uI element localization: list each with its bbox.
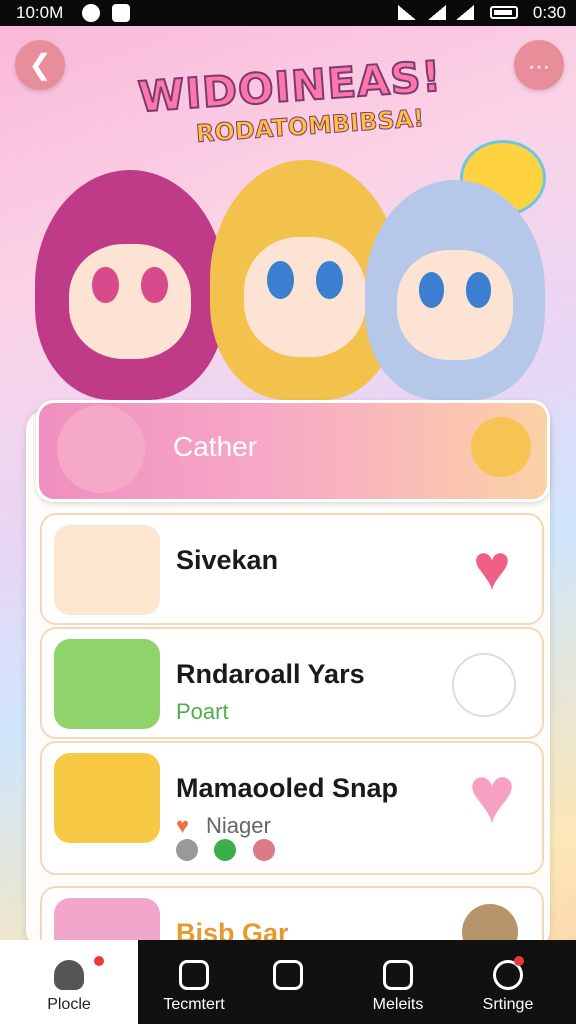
shield-icon <box>176 839 198 861</box>
home-outline-icon <box>179 960 209 990</box>
list-item[interactable]: Mamaooled Snap Niager ♥ ♥ <box>40 741 544 875</box>
arrow-left-icon: ❮ <box>28 49 52 80</box>
list-item[interactable]: Rndaroall Yars Poart <box>40 627 544 739</box>
ghost-star-icon[interactable] <box>452 653 516 717</box>
list-item-name: Cather <box>173 431 258 462</box>
character-silver <box>365 180 545 400</box>
notification-badge <box>94 956 104 966</box>
tab-label: Plocle <box>47 996 91 1013</box>
tab-label: Meleits <box>372 996 424 1013</box>
dots-icon: ⋯ <box>528 54 550 79</box>
tab-srtinge[interactable]: Srtinge <box>452 940 564 1024</box>
back-button[interactable]: ❮ <box>15 40 65 90</box>
notification-badge <box>514 956 524 966</box>
battery-icon <box>490 6 518 19</box>
cat-mascot-icon <box>471 417 531 477</box>
heart-small-icon: ♥ <box>176 813 190 838</box>
tab-meleits[interactable]: Meleits <box>342 940 454 1024</box>
book-icon <box>383 960 413 990</box>
status-time: 10:0M <box>16 3 64 22</box>
signal-icon-2 <box>456 5 474 20</box>
home-icon <box>273 960 303 990</box>
bottom-nav: Plocle Tecmtert Meleits Srtinge <box>0 940 576 1024</box>
check-icon <box>214 839 237 861</box>
more-button[interactable]: ⋯ <box>514 40 564 90</box>
list-item-name: Mamaooled Snap <box>176 773 399 803</box>
hero-illustration <box>20 140 560 400</box>
notification-icon <box>112 4 130 22</box>
signal-icon <box>428 5 446 20</box>
avatar <box>54 525 160 615</box>
status-icons <box>176 839 287 866</box>
tab-label: Srtinge <box>482 996 534 1013</box>
tab-home[interactable] <box>232 940 344 1024</box>
character-pink <box>35 170 225 400</box>
wifi-icon <box>398 5 416 20</box>
list-item-subtitle: Niager <box>206 813 271 838</box>
list-item[interactable]: Sivekan ♥ <box>40 513 544 625</box>
heart-icon[interactable]: ♥ <box>462 535 522 599</box>
profile-icon <box>54 960 84 990</box>
list-item-name: Rndaroall Yars <box>176 659 365 689</box>
avatar <box>57 405 145 493</box>
ring-icon <box>252 839 275 861</box>
battery-text: 0:30 <box>532 3 566 22</box>
tab-label: Tecmtert <box>163 996 225 1013</box>
tab-profile[interactable]: Plocle <box>0 940 138 1024</box>
status-bar: 10:0M 0:30 <box>0 0 576 26</box>
list-item-subtitle: Poart <box>176 699 229 724</box>
list-item-featured[interactable]: Cather <box>36 400 550 502</box>
settings-icon <box>82 4 100 22</box>
avatar <box>54 753 160 843</box>
list-item-name: Sivekan <box>176 545 279 575</box>
heart-cloud-icon[interactable]: ♥ <box>452 755 532 835</box>
avatar <box>54 639 160 729</box>
